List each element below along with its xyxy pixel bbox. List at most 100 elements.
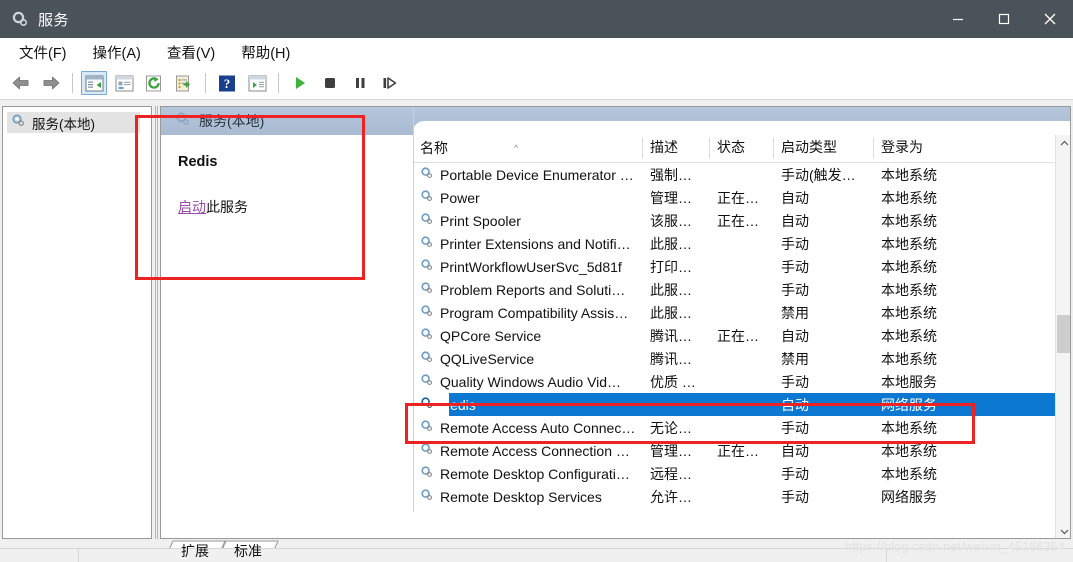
table-row[interactable]: Remote Desktop Configurati… 远程… 手动 本地系统	[414, 462, 1070, 485]
window-title: 服务	[38, 11, 70, 29]
column-header-startup-type[interactable]: 启动类型	[773, 135, 873, 162]
table-row[interactable]: Print Spooler 该服… 正在… 自动 本地系统	[414, 209, 1070, 232]
gear-icon	[11, 10, 29, 28]
cell-description: 腾讯…	[650, 350, 692, 367]
gear-icon	[420, 442, 434, 459]
help-icon[interactable]: ?	[214, 71, 240, 95]
cell-name: Power	[414, 189, 642, 206]
cell-log-on-as: 本地系统	[881, 419, 937, 436]
menu-view[interactable]: 查看(V)	[157, 39, 225, 66]
stop-service-icon[interactable]	[317, 71, 343, 95]
cell-name: Redis	[414, 396, 642, 413]
table-row[interactable]: QPCore Service 腾讯… 正在… 自动 本地系统	[414, 324, 1070, 347]
menu-file[interactable]: 文件(F)	[9, 39, 77, 66]
gear-icon	[420, 396, 434, 413]
cell-startup-type: 自动	[781, 212, 809, 229]
back-icon[interactable]	[8, 71, 34, 95]
service-name-label: Print Spooler	[440, 212, 521, 229]
cell-log-on-as: 本地系统	[881, 281, 937, 298]
start-service-icon[interactable]	[287, 71, 313, 95]
cell-description: 强制…	[650, 166, 692, 183]
list-vertical-scrollbar[interactable]	[1055, 135, 1070, 538]
cell-startup-type: 自动	[781, 396, 809, 413]
menu-action[interactable]: 操作(A)	[83, 39, 151, 66]
cell-log-on-as: 本地系统	[881, 465, 937, 482]
detail-action-line: 启动此服务	[178, 197, 413, 217]
restart-service-icon[interactable]	[377, 71, 403, 95]
gear-icon	[420, 212, 434, 229]
pane-header: 服务(本地)	[161, 107, 1070, 135]
cell-log-on-as: 本地系统	[881, 212, 937, 229]
cell-log-on-as: 本地系统	[881, 189, 937, 206]
menu-help[interactable]: 帮助(H)	[231, 39, 300, 66]
maximize-button[interactable]	[981, 0, 1027, 38]
minimize-button[interactable]	[935, 0, 981, 38]
table-row[interactable]: Problem Reports and Soluti… 此服… 手动 本地系统	[414, 278, 1070, 301]
header-notch	[413, 121, 1070, 135]
pause-service-icon[interactable]	[347, 71, 373, 95]
window-controls	[935, 0, 1073, 38]
close-button[interactable]	[1027, 0, 1073, 38]
column-header-status[interactable]: 状态	[709, 135, 773, 162]
column-header-description[interactable]: 描述	[642, 135, 709, 162]
cell-description: 腾讯…	[650, 327, 692, 344]
table-row[interactable]: Power 管理… 正在… 自动 本地系统	[414, 186, 1070, 209]
cell-startup-type: 手动	[781, 419, 809, 436]
toolbar-separator	[278, 73, 279, 93]
cell-description: 无论…	[650, 419, 692, 436]
gear-icon	[11, 113, 26, 133]
service-name-label: Power	[440, 189, 480, 206]
tree-item-services-local[interactable]: 服务(本地)	[7, 112, 140, 133]
gear-icon	[420, 488, 434, 505]
cell-description: 该服…	[650, 212, 692, 229]
content-pane: 服务(本地) Redis 启动此服务 名称 ^ 描述 状态 启动类型 登录为 P…	[160, 106, 1071, 539]
scroll-down-icon[interactable]	[1056, 523, 1070, 538]
table-row[interactable]: Remote Access Auto Connec… 无论… 手动 本地系统	[414, 416, 1070, 439]
show-hide-console-tree-icon[interactable]	[81, 71, 107, 95]
table-row[interactable]: Printer Extensions and Notifi… 此服… 手动 本地系统	[414, 232, 1070, 255]
start-service-link[interactable]: 启动	[178, 199, 206, 215]
cell-startup-type: 手动	[781, 281, 809, 298]
table-row[interactable]: Program Compatibility Assis… 此服… 禁用 本地系统	[414, 301, 1070, 324]
cell-startup-type: 手动(触发…	[781, 166, 856, 183]
properties-icon[interactable]	[111, 71, 137, 95]
cell-startup-type: 禁用	[781, 304, 809, 321]
title-bar: 服务	[0, 0, 1073, 38]
svg-text:?: ?	[224, 76, 231, 91]
cell-name: Remote Access Connection …	[414, 442, 642, 459]
scrollbar-thumb[interactable]	[1057, 315, 1070, 353]
scroll-up-icon[interactable]	[1056, 135, 1070, 152]
table-row[interactable]: Portable Device Enumerator … 强制… 手动(触发… 本地系…	[414, 163, 1070, 186]
table-row[interactable]: PrintWorkflowUserSvc_5d81f 打印… 手动 本地系统	[414, 255, 1070, 278]
table-row[interactable]: Remote Access Connection … 管理… 正在… 自动 本地系统	[414, 439, 1070, 462]
gear-icon	[420, 327, 434, 344]
table-row[interactable]: Redis 自动 网络服务	[414, 393, 1070, 416]
cell-status: 正在…	[717, 212, 759, 229]
gear-icon	[420, 304, 434, 321]
column-header-name-label: 名称	[420, 139, 448, 156]
pane-splitter[interactable]	[153, 106, 160, 539]
menu-bar: 文件(F) 操作(A) 查看(V) 帮助(H)	[0, 38, 1073, 67]
column-header-log-on-as[interactable]: 登录为	[873, 135, 983, 162]
cell-log-on-as: 本地系统	[881, 258, 937, 275]
service-name-label: Remote Access Auto Connec…	[440, 419, 636, 436]
cell-startup-type: 手动	[781, 373, 809, 390]
forward-icon[interactable]	[38, 71, 64, 95]
show-action-pane-icon[interactable]	[244, 71, 270, 95]
gear-icon	[420, 235, 434, 252]
table-row[interactable]: Quality Windows Audio Vid… 优质 … 手动 本地服务	[414, 370, 1070, 393]
service-name-label: Portable Device Enumerator …	[440, 166, 634, 183]
watermark: https://blog.csdn.net/weixin_45166354	[844, 540, 1065, 554]
tab-standard-label: 标准	[234, 543, 262, 559]
cell-description: 优质 …	[650, 373, 696, 390]
table-row[interactable]: QQLiveService 腾讯… 禁用 本地系统	[414, 347, 1070, 370]
cell-log-on-as: 本地系统	[881, 327, 937, 344]
console-tree-pane: 服务(本地)	[2, 106, 152, 539]
cell-startup-type: 自动	[781, 442, 809, 459]
refresh-icon[interactable]	[141, 71, 167, 95]
column-header-name[interactable]: 名称 ^	[414, 135, 642, 162]
cell-log-on-as: 本地系统	[881, 235, 937, 252]
table-row[interactable]: Remote Desktop Services 允许… 手动 网络服务	[414, 485, 1070, 508]
service-name-label: Printer Extensions and Notifi…	[440, 235, 631, 252]
export-list-icon[interactable]	[171, 71, 197, 95]
